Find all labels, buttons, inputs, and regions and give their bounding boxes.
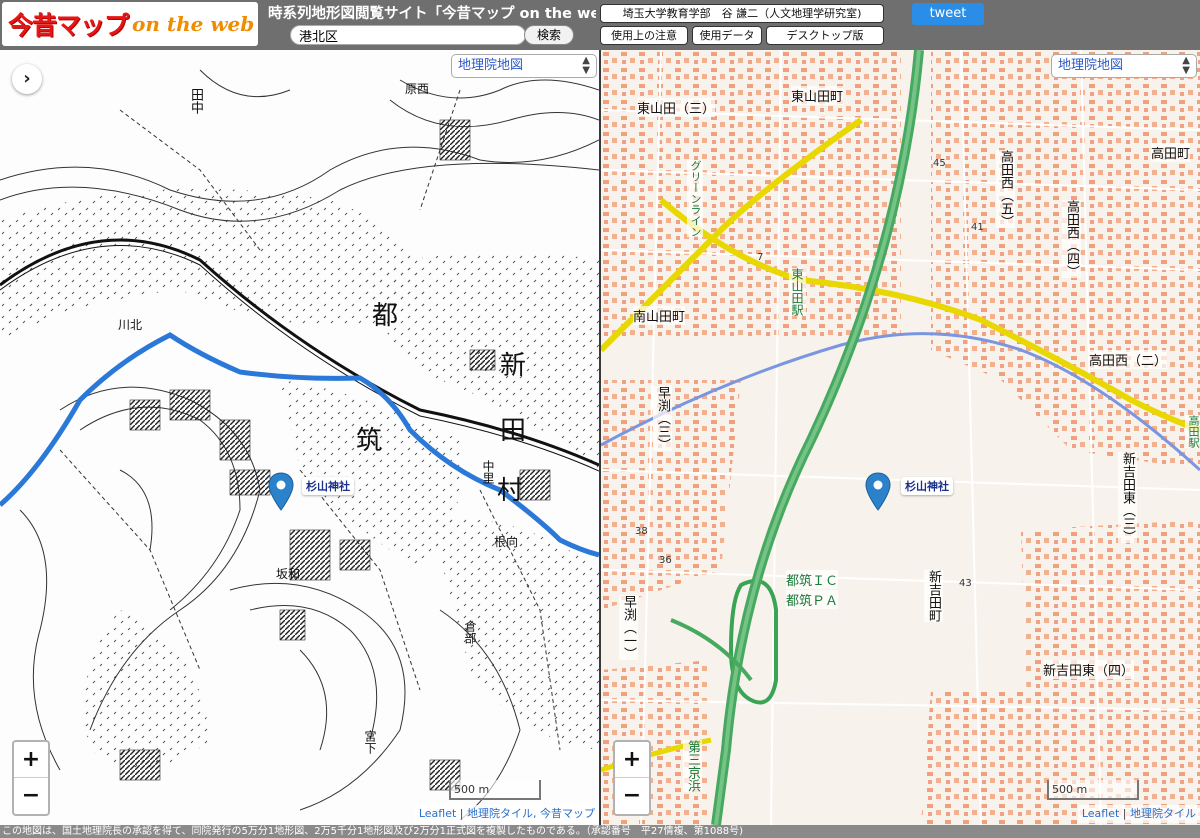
elevation-label: 45 xyxy=(933,158,946,169)
place-label-takata-station: 高田駅 xyxy=(1185,415,1200,448)
logo-main-text: 今昔マップ xyxy=(8,11,129,40)
place-label-tsuzuki-ic: 都筑ＩＣ xyxy=(786,570,839,589)
author-link[interactable]: 埼玉大学教育学部 谷 謙二（人文地理学研究室) xyxy=(600,4,884,23)
elevation-label: 43 xyxy=(959,578,972,589)
place-label-harunishi: 原西 xyxy=(405,82,430,96)
tile-attribution-link[interactable]: 地理院タイル xyxy=(1130,807,1196,820)
place-label-shinyoshida-cho: 新吉田町 xyxy=(924,570,943,622)
app: 今昔マップ on the web 時系列地形図閲覧サイト「今昔マップ on th… xyxy=(0,0,1200,838)
place-label-green-line: グリーンライン xyxy=(687,160,703,237)
zoom-control-right: + − xyxy=(613,740,651,816)
map-marker-icon[interactable] xyxy=(865,472,891,512)
logo-sub-text: on the web xyxy=(132,12,255,36)
sidebar-toggle-button[interactable]: › xyxy=(12,64,42,94)
place-label-tanaka: 田中 xyxy=(188,88,203,114)
layer-select-right-value: 地理院地図 xyxy=(1058,58,1124,73)
attribution-separator: | xyxy=(1122,807,1130,820)
place-label-higashiyamata-3: 東山田（三） xyxy=(637,98,716,117)
layer-select-right[interactable]: 地理院地図 ▲ ▼ xyxy=(1051,54,1197,78)
elevation-label: 36 xyxy=(659,555,672,566)
place-label-daisan-keihin: 第三京浜 xyxy=(683,740,702,792)
zoom-out-button[interactable]: − xyxy=(615,778,649,814)
map-marker-icon[interactable] xyxy=(268,472,294,512)
layer-select-left-value: 地理院地図 xyxy=(458,58,524,73)
place-label-to: 都 xyxy=(372,301,399,331)
place-label-ta: 田 xyxy=(500,416,527,446)
layer-select-left[interactable]: 地理院地図 ▲ ▼ xyxy=(451,54,597,78)
zoom-out-button[interactable]: − xyxy=(14,778,48,814)
scale-bar: 500 m xyxy=(449,780,541,800)
tweet-button[interactable]: tweet xyxy=(912,3,984,25)
select-chevron-icon: ▲ ▼ xyxy=(1182,55,1190,76)
place-label-kurabe: 倉部 xyxy=(463,620,477,644)
elevation-label: 7 xyxy=(757,252,764,263)
attribution: Leaflet | 地理院タイル xyxy=(1077,805,1200,823)
place-label-mura: 村 xyxy=(497,476,524,506)
place-label-chiku: 筑 xyxy=(356,426,383,456)
tile-attribution-link[interactable]: 地理院タイル, 今昔マップ xyxy=(467,807,595,820)
leaflet-link[interactable]: Leaflet xyxy=(419,807,456,820)
search-button[interactable]: 検索 xyxy=(524,25,574,45)
map-pane-historical[interactable]: 都 筑 新 田 村 川北 坂和 根向 倉部 宮下 中里 田中 原西 › 地理院地… xyxy=(0,50,599,825)
attribution: Leaflet | 地理院タイル, 今昔マップ xyxy=(414,805,599,823)
header-bar: 今昔マップ on the web 時系列地形図閲覧サイト「今昔マップ on th… xyxy=(0,0,1200,50)
zoom-control-left: + − xyxy=(12,740,50,816)
place-label-takatanishi-2: 高田西（二） xyxy=(1089,350,1168,369)
map-pane-modern[interactable]: 東山田（三） 東山田町 高田町 高田西（五） 高田西（四） 高田西（二） 東山田… xyxy=(601,50,1200,825)
place-label-higashiyamata-station: 東山田駅 xyxy=(789,268,806,316)
site-logo[interactable]: 今昔マップ on the web xyxy=(2,2,258,46)
place-label-shinyoshidahigashi-3: 新吉田東（三） xyxy=(1118,452,1137,543)
place-label-hayabuchi-3: 早渕（三） xyxy=(653,386,672,451)
place-label-takatanishi-5: 高田西（五） xyxy=(996,150,1015,228)
place-label-hayabuchi-1: 早渕（一） xyxy=(619,595,638,660)
leaflet-link[interactable]: Leaflet xyxy=(1082,807,1119,820)
search-input[interactable] xyxy=(290,25,526,45)
marker-label: 杉山神社 xyxy=(901,477,953,495)
place-label-miyashita: 宮下 xyxy=(363,730,377,754)
zoom-in-button[interactable]: + xyxy=(615,742,649,778)
place-label-shin: 新 xyxy=(500,351,527,381)
place-label-tsuzuki-pa: 都筑ＰＡ xyxy=(786,590,839,609)
attribution-separator: | xyxy=(459,807,467,820)
elevation-label: 38 xyxy=(635,526,648,537)
place-label-kawakita: 川北 xyxy=(118,318,143,332)
elevation-label: 41 xyxy=(971,222,984,233)
place-label-shinyoshidahigashi-4: 新吉田東（四） xyxy=(1043,660,1135,679)
place-label-nakazato: 中里 xyxy=(481,460,495,484)
place-label-nemukai: 根向 xyxy=(494,535,519,549)
zoom-in-button[interactable]: + xyxy=(14,742,48,778)
place-label-takata-cho: 高田町 xyxy=(1151,143,1191,162)
site-title: 時系列地形図閲覧サイト「今昔マップ on the web xyxy=(268,6,596,22)
desktop-version-button[interactable]: デスクトップ版 xyxy=(766,26,884,45)
copyright-footer: この地図は、国土地理院長の承認を得て、同院発行の5万分1地形図、2万5千分1地形… xyxy=(0,825,1200,838)
select-chevron-icon: ▲ ▼ xyxy=(582,55,590,76)
place-label-sakawa: 坂和 xyxy=(276,567,301,581)
data-used-button[interactable]: 使用データ xyxy=(692,26,762,45)
place-label-minamiyamata-cho: 南山田町 xyxy=(633,306,686,325)
marker-label: 杉山神社 xyxy=(302,477,354,495)
place-label-takatanishi-4: 高田西（四） xyxy=(1062,200,1081,278)
place-label-higashiyamata-cho: 東山田町 xyxy=(791,86,844,105)
scale-bar: 500 m xyxy=(1047,780,1139,800)
usage-notes-button[interactable]: 使用上の注意 xyxy=(600,26,688,45)
